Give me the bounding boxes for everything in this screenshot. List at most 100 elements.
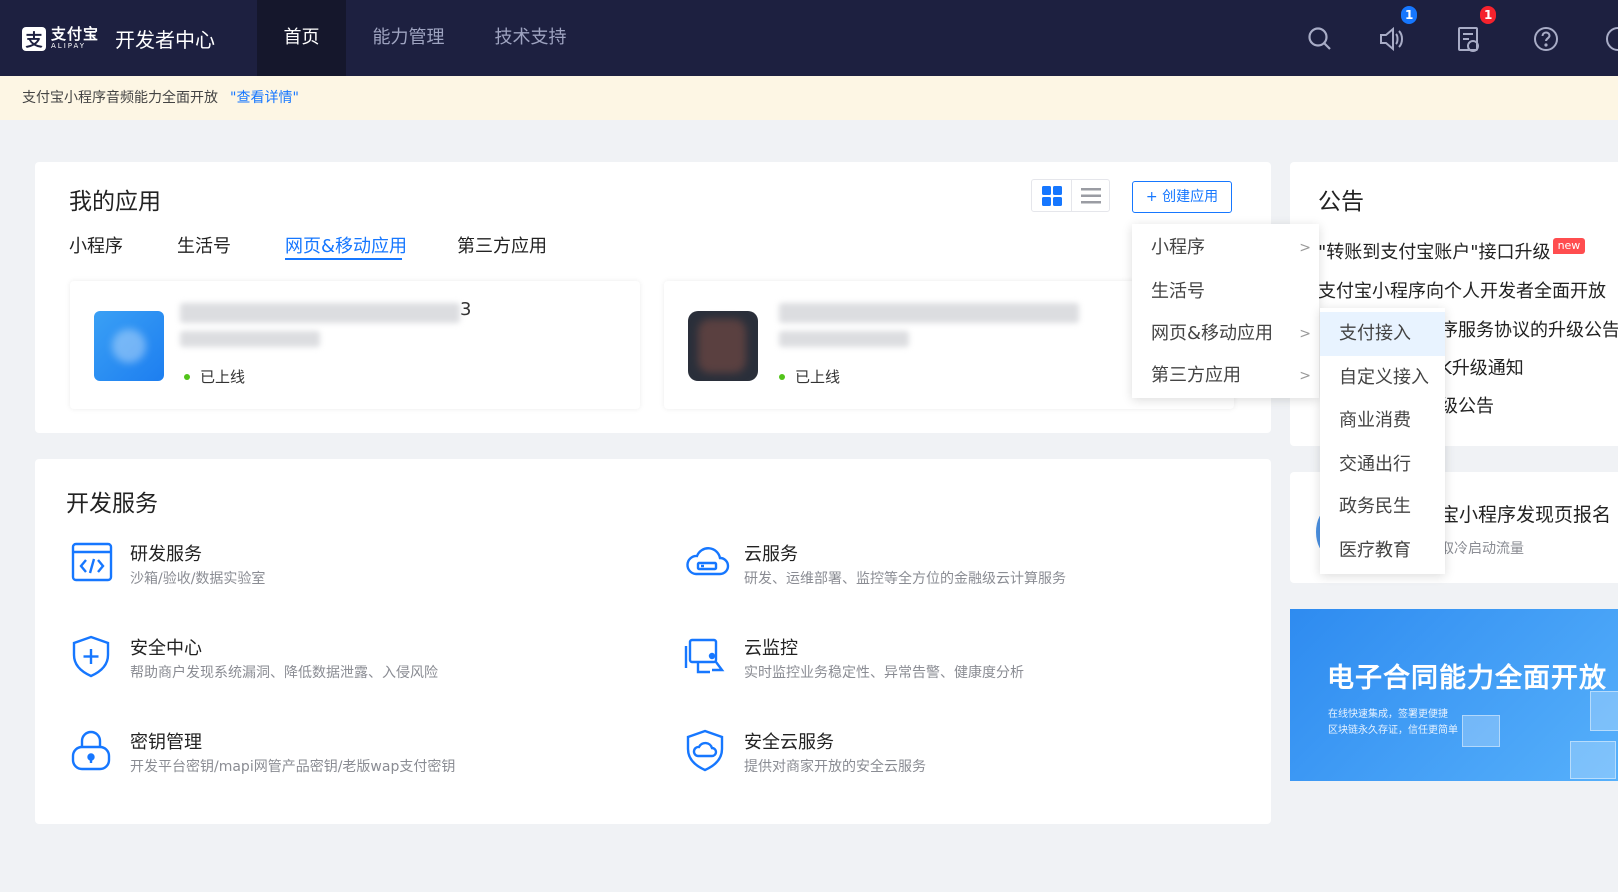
chevron-right-icon: > [1299,240,1311,256]
redacted-app-name [779,303,1079,323]
announcement-item[interactable]: 序服务协议的升级公告 [1440,316,1618,342]
promo-title: 宝小程序发现页报名 [1440,504,1612,526]
service-title: 云监控 [744,638,798,659]
submenu-item-custom[interactable]: 自定义接入 [1320,356,1445,400]
app-card[interactable]: 3 已上线 [70,281,640,409]
status-text: 已上线 [200,368,246,386]
service-security-cloud[interactable]: 安全云服务 提供对商家开放的安全云服务 [684,728,1244,778]
lock-icon [71,730,111,771]
code-window-icon [71,542,113,582]
service-cloud[interactable]: 云服务 研发、运维部署、监控等全方位的金融级云计算服务 [684,540,1244,590]
menu-item-web-mobile[interactable]: 网页&移动应用 > [1132,312,1319,356]
status-text: 已上线 [795,368,841,386]
help-icon[interactable] [1532,25,1560,53]
decor-cube [1570,741,1616,779]
app-status: 已上线 [779,366,840,387]
view-toggle [1031,179,1110,212]
notice-link[interactable]: "查看详情" [230,90,299,106]
announcement-title: 公告 [1318,189,1364,215]
redacted-app-name [180,303,460,323]
service-desc: 开发平台密钥/mapi网管产品密钥/老版wap支付密钥 [130,759,456,775]
alipay-logo-icon: 支 [22,26,46,51]
create-app-submenu: 支付接入 自定义接入 商业消费 交通出行 政务民生 医疗教育 [1320,308,1445,574]
promo-subtitle: 取冷启动流量 [1440,541,1524,557]
message-icon[interactable] [1456,25,1484,53]
redacted-app-id [779,331,909,347]
service-title: 安全云服务 [744,732,834,753]
service-desc: 帮助商户发现系统漏洞、降低数据泄露、入侵风险 [130,665,438,681]
more-icon[interactable] [1604,25,1618,53]
new-tag: new [1552,238,1586,254]
service-cloud-monitor[interactable]: 云监控 实时监控业务稳定性、异常告警、健康度分析 [684,634,1244,684]
nav-tech-support[interactable]: 技术支持 [478,0,583,76]
app-name-suffix: 3 [460,299,472,320]
decor-cube [1590,691,1618,731]
tab-web-mobile[interactable]: 网页&移动应用 [285,232,407,258]
announcement-item[interactable]: 支付宝小程序向个人开发者全面开放 [1318,277,1606,303]
promo-banner[interactable]: 电子合同能力全面开放 在线快速集成，签署更便捷 区块链永久存证，信任更简单 [1290,609,1618,781]
chevron-right-icon: > [1299,326,1311,342]
notice-bar: 支付宝小程序音频能力全面开放 "查看详情" [0,76,1618,120]
speaker-badge: 1 [1401,6,1418,24]
service-title: 云服务 [744,544,798,565]
site-title: 开发者中心 [115,28,216,52]
service-desc: 研发、运维部署、监控等全方位的金融级云计算服务 [744,571,1066,587]
service-title: 研发服务 [130,544,202,565]
my-apps-title: 我的应用 [69,189,161,215]
banner-line-1: 在线快速集成，签署更便捷 [1328,709,1448,720]
tab-third-party[interactable]: 第三方应用 [457,232,547,258]
shield-cloud-icon [686,729,724,772]
banner-title: 电子合同能力全面开放 [1327,663,1607,694]
submenu-item-commerce[interactable]: 商业消费 [1320,399,1445,443]
dev-services-title: 开发服务 [66,491,158,517]
tab-mini-program[interactable]: 小程序 [69,232,123,258]
online-dot [184,373,190,380]
logo[interactable]: 支 支付宝 ALIPAY 开发者中心 [22,24,215,53]
create-app-menu: 小程序 > 生活号 网页&移动应用 > 第三方应用 > [1132,224,1319,398]
announcement-item[interactable]: 级公告 [1440,392,1494,418]
speaker-icon[interactable] [1377,25,1405,53]
shield-plus-icon [72,635,110,678]
submenu-item-medical-education[interactable]: 医疗教育 [1320,529,1445,573]
app-avatar [688,311,758,381]
redacted-app-id [180,331,320,347]
message-badge: 1 [1480,6,1497,24]
announcement-item[interactable]: "转账到支付宝账户"接口升级 new [1318,238,1586,264]
search-icon[interactable] [1306,25,1334,53]
app-status: 已上线 [184,366,245,387]
decor-cube [1462,715,1500,747]
service-title: 安全中心 [130,638,202,659]
notice-text: 支付宝小程序音频能力全面开放 [22,90,218,106]
chevron-right-icon: > [1299,368,1311,384]
menu-item-life-account[interactable]: 生活号 [1132,270,1319,314]
service-security-center[interactable]: 安全中心 帮助商户发现系统漏洞、降低数据泄露、入侵风险 [70,634,630,684]
submenu-item-transport[interactable]: 交通出行 [1320,443,1445,487]
announcement-text: "转账到支付宝账户"接口升级 [1318,242,1551,263]
monitor-camera-icon [684,638,725,674]
submenu-item-government[interactable]: 政务民生 [1320,485,1445,529]
top-nav-bar: 支 支付宝 ALIPAY 开发者中心 首页 能力管理 技术支持 1 1 [0,0,1618,76]
logo-text-en: ALIPAY [51,42,87,50]
service-key-management[interactable]: 密钥管理 开发平台密钥/mapi网管产品密钥/老版wap支付密钥 [70,728,630,778]
submenu-item-payment[interactable]: 支付接入 [1320,312,1445,356]
service-desc: 沙箱/验收/数据实验室 [130,571,266,587]
nav-home[interactable]: 首页 [257,0,346,76]
banner-line-2: 区块链永久存证，信任更简单 [1328,725,1458,736]
menu-item-mini-program[interactable]: 小程序 > [1132,226,1319,270]
service-desc: 实时监控业务稳定性、异常告警、健康度分析 [744,665,1024,681]
service-rd[interactable]: 研发服务 沙箱/验收/数据实验室 [70,540,630,590]
service-desc: 提供对商家开放的安全云服务 [744,759,926,775]
app-avatar [94,311,164,381]
create-app-button[interactable]: + 创建应用 [1132,181,1232,213]
nav-capability-management[interactable]: 能力管理 [356,0,461,76]
announcement-item[interactable]: K升级通知 [1440,354,1524,380]
grid-view-icon[interactable] [1032,180,1071,211]
menu-item-third-party[interactable]: 第三方应用 > [1132,354,1319,398]
list-view-icon[interactable] [1071,180,1110,211]
cloud-icon [686,547,730,576]
service-title: 密钥管理 [130,732,202,753]
logo-text-cn: 支付宝 [51,25,100,43]
tab-life-account[interactable]: 生活号 [177,232,231,258]
active-tab-underline [285,258,402,260]
online-dot [779,373,785,380]
